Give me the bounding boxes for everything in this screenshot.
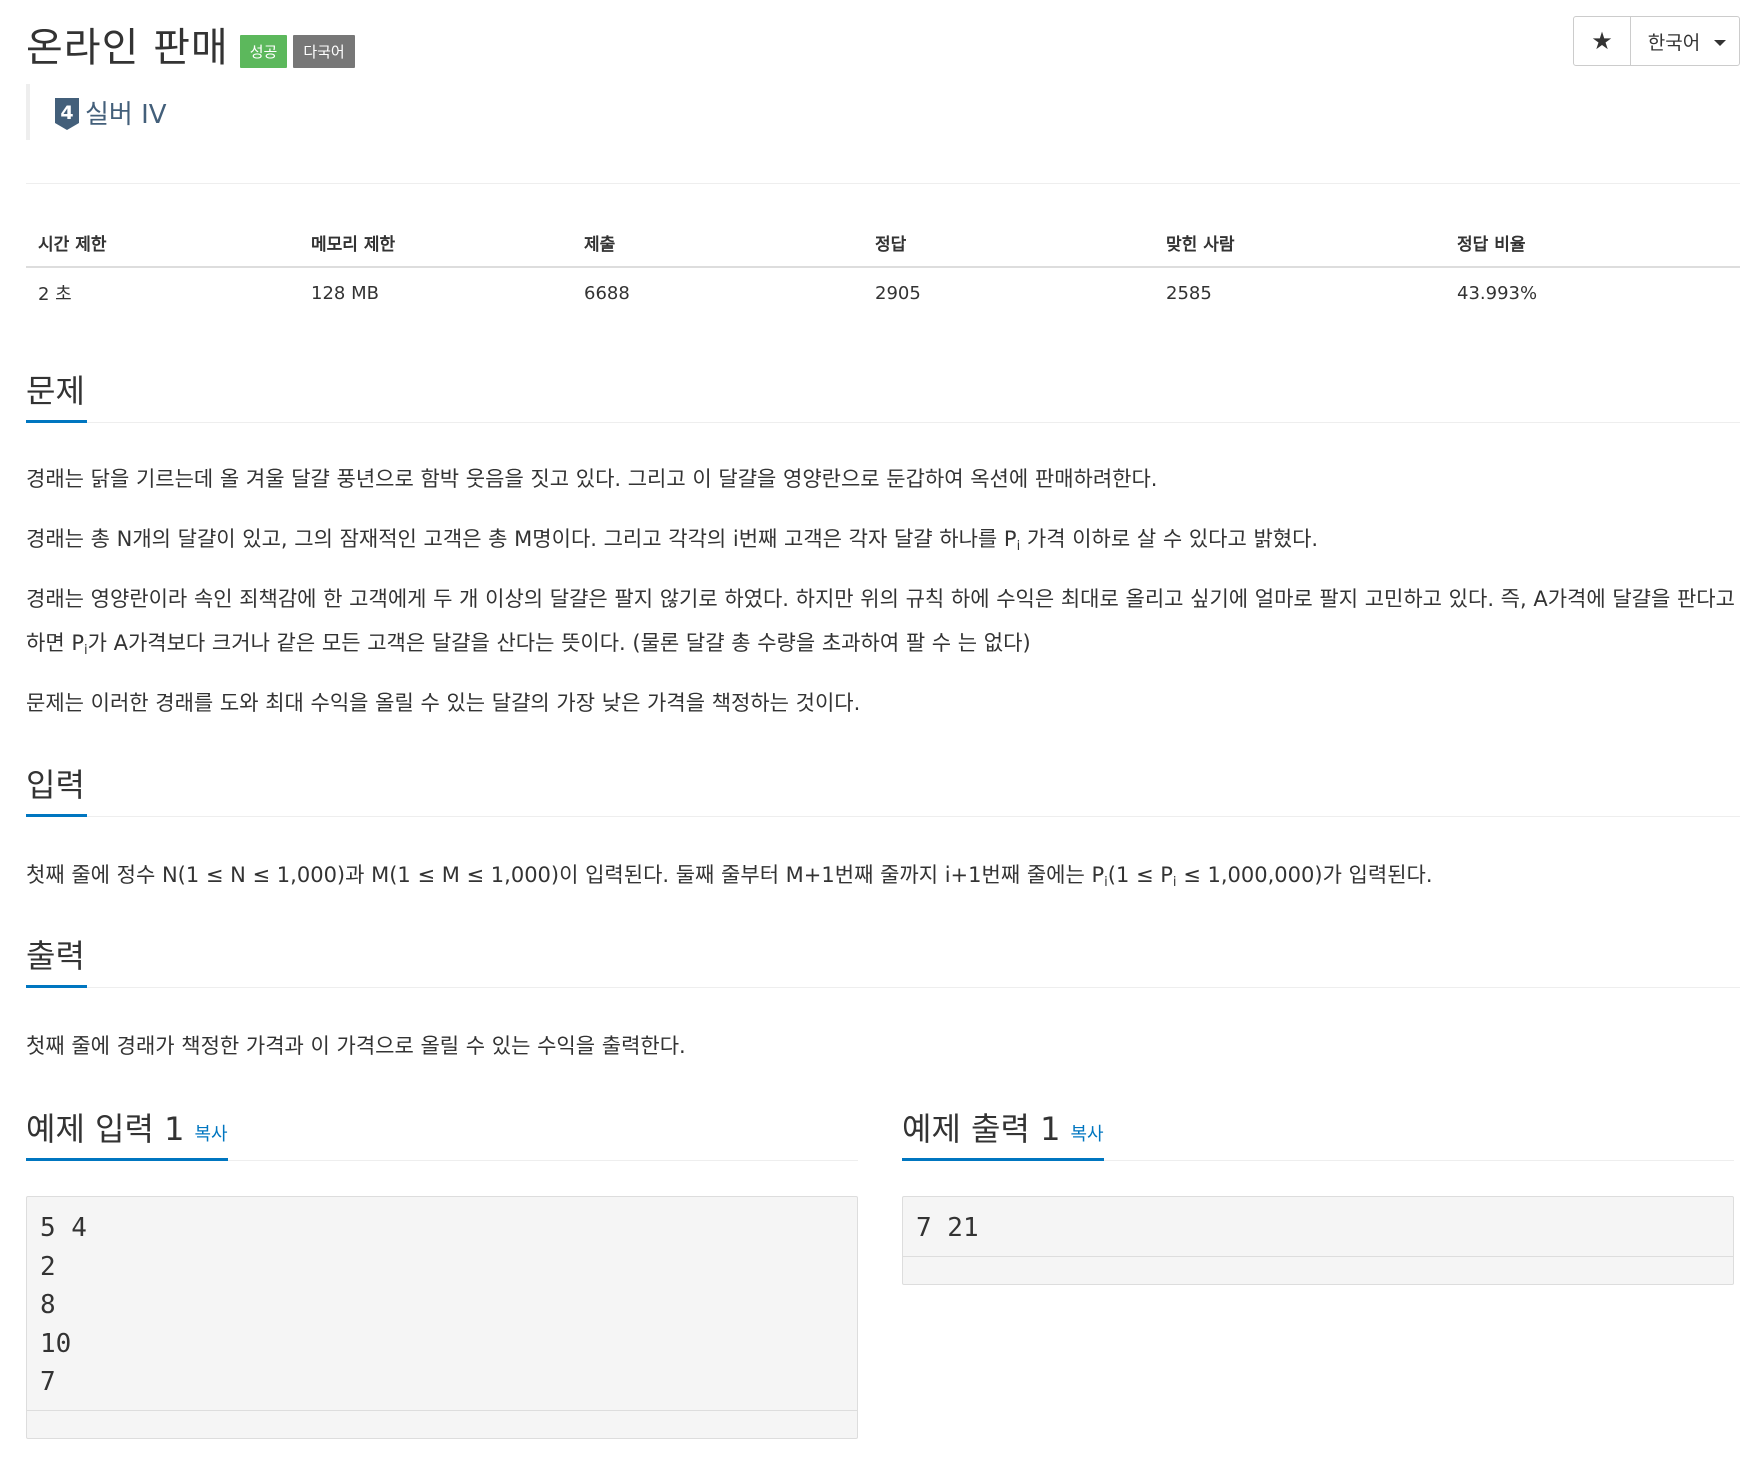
output-heading: 출력 [26, 930, 87, 988]
info-table-header: 시간 제한 메모리 제한 제출 정답 맞힌 사람 정답 비율 [26, 218, 1740, 268]
language-label: 한국어 [1647, 31, 1701, 54]
header-time-limit: 시간 제한 [38, 234, 107, 255]
star-button[interactable]: ★ [1574, 17, 1631, 65]
sample-output-heading: 예제 출력 1 복사 [902, 1103, 1104, 1161]
output-description: 첫째 줄에 경래가 책정한 가격과 이 가격으로 올릴 수 있는 수익을 출력한… [26, 1034, 686, 1058]
sample-input-heading-bar: 예제 입력 1 복사 [26, 1103, 858, 1161]
header-divider [26, 183, 1740, 184]
description-paragraph: 경래는 닭을 기르는데 올 겨울 달걀 풍년으로 함박 웃음을 짓고 있다. 그… [26, 467, 1158, 491]
header-submissions: 제출 [584, 234, 616, 255]
input-section: 입력 첫째 줄에 정수 N(1 ≤ N ≤ 1,000)과 M(1 ≤ M ≤ … [26, 759, 1740, 897]
description-heading-bar: 문제 [26, 365, 1740, 423]
output-section: 출력 첫째 줄에 경래가 책정한 가격과 이 가격으로 올릴 수 있는 수익을 … [26, 930, 1740, 1068]
description-paragraph: 문제는 이러한 경래를 도와 최대 수익을 올릴 수 있는 달걀의 가장 낮은 … [26, 691, 861, 715]
sample-output-content: 7 21 [903, 1197, 1733, 1257]
tier-info: 4 실버 IV [26, 84, 167, 140]
sample-input-heading: 예제 입력 1 복사 [26, 1103, 228, 1161]
value-submissions: 6688 [584, 282, 630, 304]
sample-output-1: 예제 출력 1 복사 7 21 [902, 1103, 1734, 1285]
input-heading-bar: 입력 [26, 759, 1740, 817]
sample-output-box: 7 21 [902, 1196, 1734, 1285]
description-body: 경래는 닭을 기르는데 올 겨울 달걀 풍년으로 함박 웃음을 짓고 있다. 그… [26, 457, 1740, 725]
value-accept-ratio: 43.993% [1457, 282, 1538, 304]
toolbar-button-group: ★ 한국어 [1573, 16, 1740, 66]
description-paragraph: 경래는 총 N개의 달걀이 있고, 그의 잠재적인 고객은 총 M명이다. 그리… [26, 527, 1319, 554]
header-memory-limit: 메모리 제한 [311, 234, 396, 255]
header-accept-ratio: 정답 비율 [1457, 234, 1526, 255]
success-badge: 성공 [239, 34, 288, 68]
description-paragraph: 경래는 영양란이라 속인 죄책감에 한 고객에게 두 개 이상의 달걀은 팔지 … [26, 587, 1735, 658]
output-heading-bar: 출력 [26, 930, 1740, 988]
copy-sample-output-link[interactable]: 복사 [1070, 1124, 1103, 1145]
multilang-badge: 다국어 [293, 34, 355, 68]
description-heading: 문제 [26, 365, 87, 423]
value-solved-users: 2585 [1166, 282, 1212, 304]
input-heading: 입력 [26, 759, 87, 817]
caret-down-icon [1714, 39, 1727, 46]
description-section: 문제 경래는 닭을 기르는데 올 겨울 달걀 풍년으로 함박 웃음을 짓고 있다… [26, 365, 1740, 725]
star-icon: ★ [1591, 27, 1613, 55]
language-dropdown[interactable]: 한국어 [1631, 17, 1739, 65]
page-title: 온라인 판매 [26, 25, 229, 71]
sample-input-box: 5 4 2 8 10 7 [26, 1196, 858, 1439]
problem-page: 온라인 판매 성공 다국어 ★ 한국어 4 실버 IV 시간 제한 메모리 제한… [26, 0, 1740, 1466]
sample-output-footer [903, 1257, 1733, 1284]
silver-tier-icon: 4 [55, 98, 79, 130]
value-time-limit: 2 초 [38, 284, 72, 305]
sample-input-footer [27, 1411, 857, 1438]
header-accepted: 정답 [875, 234, 907, 255]
tier-badge-number: 4 [60, 102, 73, 124]
input-description: 첫째 줄에 정수 N(1 ≤ N ≤ 1,000)과 M(1 ≤ M ≤ 1,0… [26, 863, 1433, 890]
problem-info-table: 시간 제한 메모리 제한 제출 정답 맞힌 사람 정답 비율 2 초 128 M… [26, 218, 1740, 318]
sample-output-heading-bar: 예제 출력 1 복사 [902, 1103, 1734, 1161]
header-solved-users: 맞힌 사람 [1166, 234, 1235, 255]
title-row: 온라인 판매 성공 다국어 [26, 14, 355, 74]
table-row: 2 초 128 MB 6688 2905 2585 43.993% [26, 268, 1740, 318]
value-accepted: 2905 [875, 282, 921, 304]
tier-name: 실버 IV [85, 99, 167, 130]
value-memory-limit: 128 MB [311, 282, 379, 304]
sample-input-content: 5 4 2 8 10 7 [27, 1197, 857, 1411]
sample-input-1: 예제 입력 1 복사 5 4 2 8 10 7 [26, 1103, 858, 1439]
copy-sample-input-link[interactable]: 복사 [194, 1124, 227, 1145]
